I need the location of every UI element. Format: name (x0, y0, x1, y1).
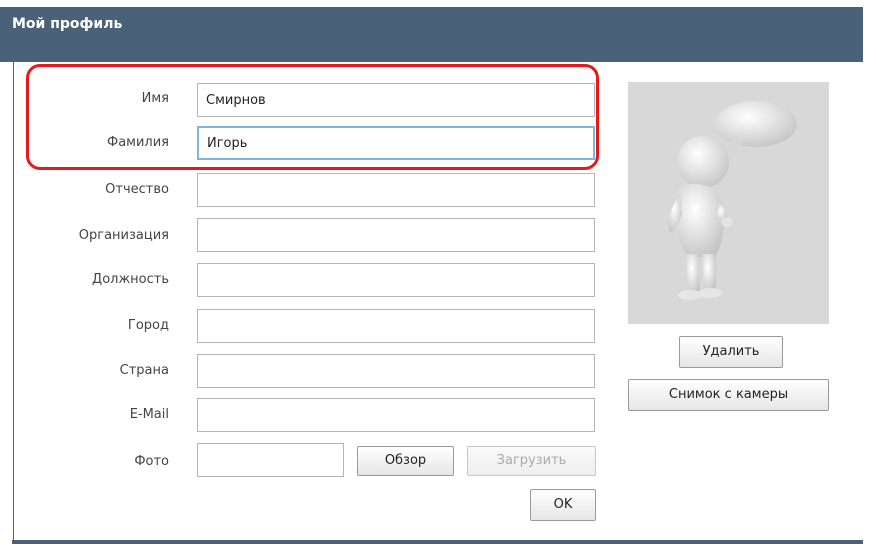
label-organization: Организация (78, 228, 169, 243)
top-border (0, 0, 876, 7)
label-country: Страна (119, 363, 169, 378)
country-input[interactable] (197, 354, 595, 388)
ok-button[interactable]: OK (530, 489, 596, 521)
avatar-photo (628, 82, 829, 324)
label-city: Город (127, 318, 169, 333)
label-email: E-Mail (129, 407, 169, 422)
photo-file-input[interactable] (197, 443, 344, 477)
bottom-border (12, 540, 865, 544)
middle-name-input[interactable] (197, 173, 595, 207)
position-input[interactable] (197, 263, 595, 297)
organization-input[interactable] (197, 218, 595, 252)
upload-button[interactable]: Загрузить (467, 446, 596, 476)
delete-photo-button[interactable]: Удалить (679, 336, 783, 368)
camera-snapshot-button[interactable]: Снимок с камеры (628, 379, 829, 411)
label-middle-name: Отчество (105, 182, 169, 197)
label-last-name: Фамилия (107, 135, 169, 150)
first-name-input[interactable] (197, 83, 595, 117)
dialog-titlebar (0, 0, 876, 62)
label-photo: Фото (134, 454, 169, 469)
last-name-input[interactable] (197, 126, 595, 160)
dialog-title: Мой профиль (12, 16, 123, 32)
city-input[interactable] (197, 309, 595, 343)
label-first-name: Имя (141, 91, 169, 106)
right-edge (863, 0, 876, 553)
label-position: Должность (92, 272, 169, 287)
avatar-figure-icon (668, 101, 797, 300)
browse-button[interactable]: Обзор (357, 446, 454, 476)
email-input[interactable] (197, 398, 595, 432)
